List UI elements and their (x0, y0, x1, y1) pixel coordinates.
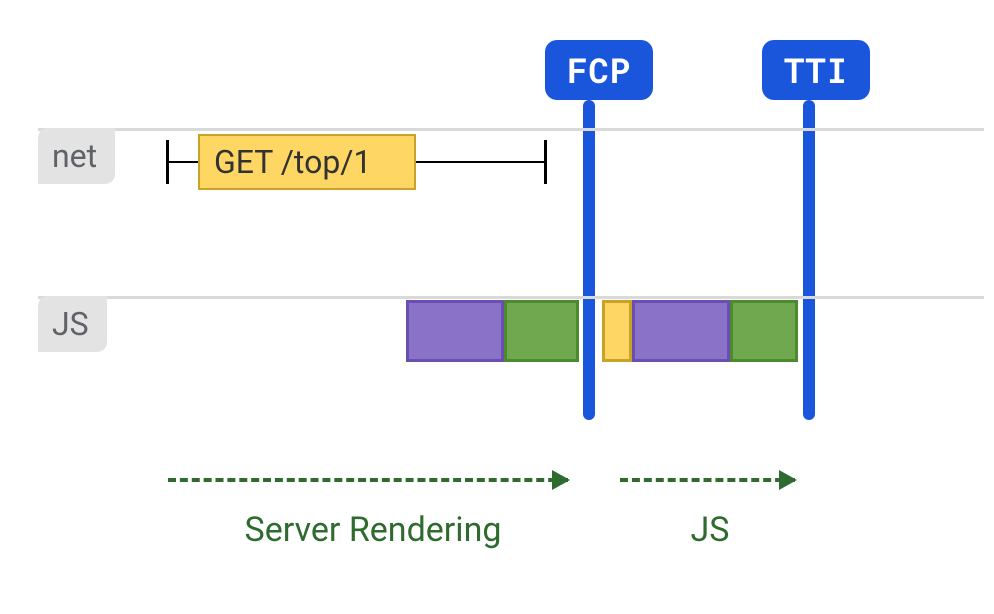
dash-line-icon (620, 478, 795, 482)
fcp-marker-line (583, 100, 595, 420)
dash-line-icon (168, 478, 568, 482)
tti-badge: TTI (762, 40, 870, 100)
js-task-green-2 (730, 300, 798, 362)
js-task-purple-1 (406, 300, 504, 362)
arrow-head-icon (552, 470, 570, 490)
net-request-box: GET /top/1 (198, 134, 416, 190)
js-lane-label: JS (52, 305, 89, 343)
tti-badge-label: TTI (784, 48, 848, 93)
net-track-line (38, 128, 984, 131)
phase-arrow-server-rendering (168, 478, 568, 482)
arrow-head-icon (779, 470, 797, 490)
js-task-green-1 (504, 300, 579, 362)
net-lane-label: net (52, 137, 97, 175)
js-task-purple-2 (632, 300, 730, 362)
fcp-badge-label: FCP (567, 48, 631, 93)
timeline-diagram: FCP TTI net GET /top/1 JS Server Renderi… (0, 0, 994, 614)
js-track-line (38, 296, 984, 299)
net-lane-label-chip: net (38, 128, 115, 184)
js-task-yellow-1 (602, 300, 632, 362)
fcp-badge: FCP (545, 40, 653, 100)
phase-arrow-js (620, 478, 795, 482)
net-request-label: GET /top/1 (214, 143, 371, 181)
phase-label-server-rendering: Server Rendering (208, 510, 538, 550)
js-lane-label-chip: JS (38, 296, 107, 352)
phase-label-js: JS (670, 510, 750, 550)
tti-marker-line (803, 100, 815, 420)
net-span-end-cap (544, 140, 547, 184)
